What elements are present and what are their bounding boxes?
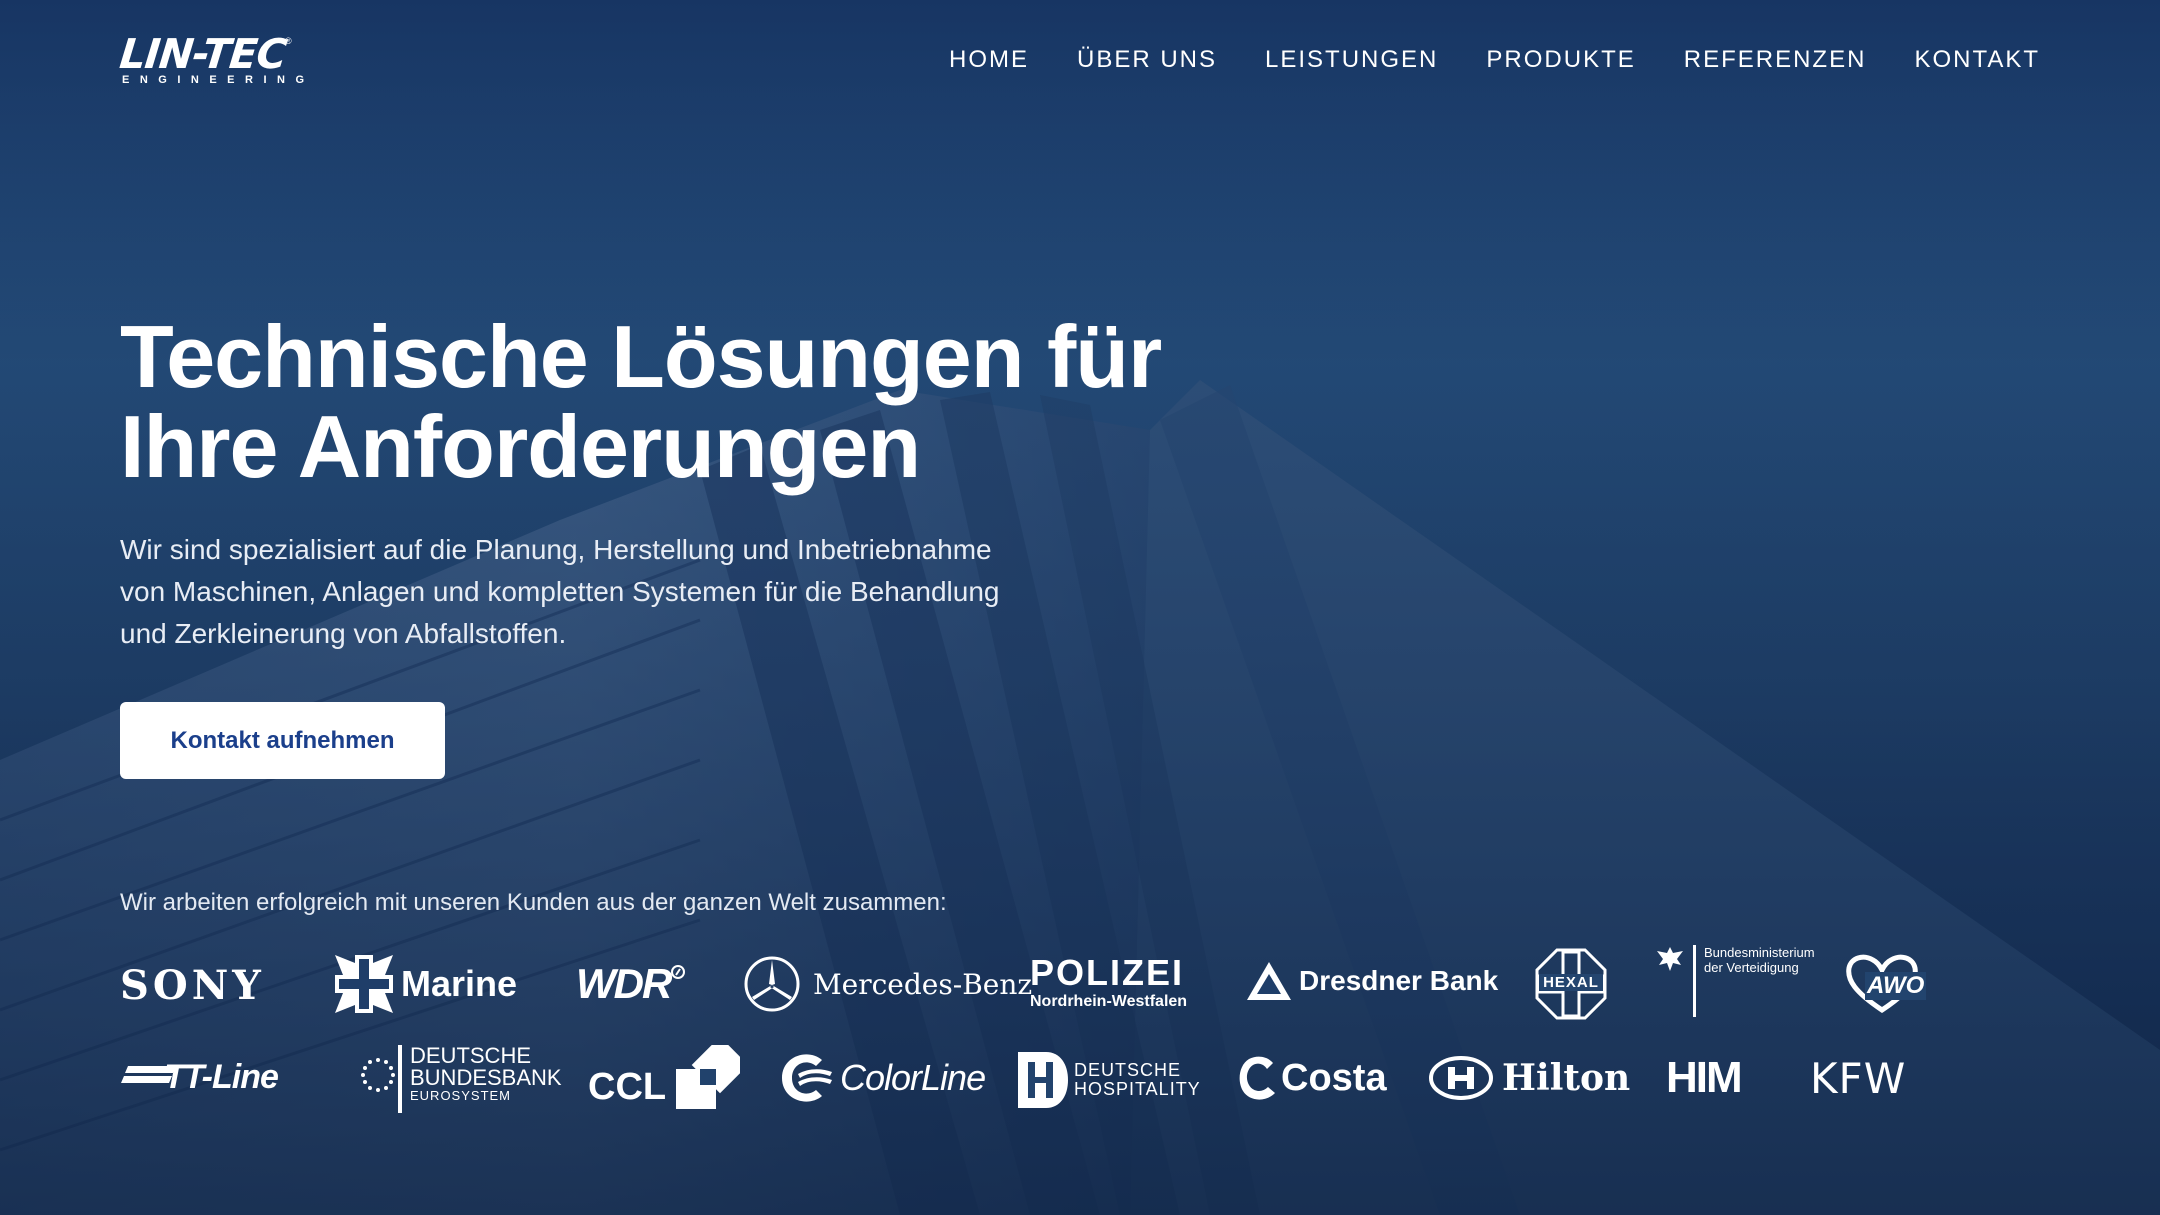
bundesbank-text: DEUTSCHE BUNDESBANK EUROSYSTEM [410,1045,562,1113]
costa-wordmark: Costa [1281,1056,1387,1099]
main-navigation: HOME ÜBER UNS LEISTUNGEN PRODUKTE REFERE… [901,44,2040,76]
dresdner-triangle-icon [1247,962,1291,1000]
mercedes-wordmark: Mercedes-Benz [813,967,1033,1001]
nav-produkte[interactable]: PRODUKTE [1486,44,1635,76]
hero-intro-text: Wir sind spezialisiert auf die Planung, … [120,529,1120,655]
contact-cta-button[interactable]: Kontakt aufnehmen [120,702,445,779]
intro-line-1: Wir sind spezialisiert auf die Planung, … [120,534,992,565]
kfw-wordmark: KFW [1810,1054,1907,1103]
bundesbank-line-1: DEUTSCHE [410,1043,532,1068]
awo-wordmark: AWO [1865,972,1927,1000]
sony-wordmark: SONY [120,962,265,1009]
bmvg-line-1: Bundesministerium [1704,945,1815,960]
costa-c-icon [1239,1056,1275,1100]
client-logo-dresdner-bank: Dresdner Bank [1247,962,1498,1000]
hero-headline-line-1: Technische Lösungen für [120,307,1162,406]
bundesbank-line-2: BUNDESBANK [410,1065,562,1090]
wdr-signal-icon [671,965,686,979]
hospitality-line-2: HOSPITALITY [1074,1079,1201,1099]
client-logo-color-line: ColorLine [778,1050,986,1106]
client-logo-kfw: KFW [1810,1056,1906,1102]
logo-subtitle: ENGINEERING [122,74,315,86]
polizei-wordmark: POLIZEI [1030,952,1185,993]
hospitality-h-icon [1018,1052,1068,1108]
intro-line-2: von Maschinen, Anlagen und kompletten Sy… [120,576,1000,607]
logo-wordmark: LIN-TEC [117,30,289,78]
him-wordmark: HIM [1666,1053,1743,1102]
nav-home[interactable]: HOME [949,44,1029,76]
hexal-wordmark: HEXAL [1539,974,1603,991]
dresdner-wordmark: Dresdner Bank [1299,965,1499,996]
hilton-wordmark: Hilton [1502,1057,1631,1099]
tt-line-wordmark: TT-Line [164,1058,279,1096]
intro-line-3: und Zerkleinerung von Abfallstoffen. [120,618,567,649]
nav-ueber-uns[interactable]: ÜBER UNS [1077,44,1217,76]
bundesbank-divider [398,1045,402,1113]
client-logo-bmvg: Bundesministerium der Verteidigung [1655,945,1815,1017]
color-line-wordmark: ColorLine [840,1057,986,1098]
bmvg-text: Bundesministerium der Verteidigung [1704,945,1815,1017]
hero-headline-line-2: Ihre Anforderungen [120,397,921,496]
mercedes-star-icon [744,956,800,1012]
bmvg-divider [1693,945,1696,1017]
ccl-wordmark: CCL [588,1066,667,1108]
client-logo-deutsche-hospitality: DEUTSCHE HOSPITALITY [1018,1052,1201,1108]
client-logo-mercedes-benz: Mercedes-Benz [743,955,1032,1013]
nav-leistungen[interactable]: LEISTUNGEN [1265,44,1438,76]
client-logo-wdr: WDR [576,960,686,1008]
marine-wordmark: Marine [401,963,518,1004]
clients-intro-label: Wir arbeiten erfolgreich mit unseren Kun… [120,889,947,916]
client-logo-deutsche-bundesbank: DEUTSCHE BUNDESBANK EUROSYSTEM [360,1045,562,1113]
nav-kontakt[interactable]: KONTAKT [1914,44,2040,76]
hilton-emblem-icon [1429,1056,1493,1100]
client-logo-sony: SONY [120,962,265,1009]
hero-headline: Technische Lösungen für Ihre Anforderung… [120,312,1220,492]
polizei-subtitle: Nordrhein-Westfalen [1030,993,1188,1010]
euro-stars-icon [361,1058,395,1092]
ccl-block-icon [676,1045,741,1109]
bmvg-line-2: der Verteidigung [1704,960,1799,975]
client-logo-tt-line: TT-Line [120,1058,279,1097]
client-logo-costa: Costa [1235,1055,1387,1101]
hospitality-text: DEUTSCHE HOSPITALITY [1074,1061,1201,1099]
client-logo-him: HIM [1666,1053,1743,1102]
client-logo-marine: Marine [335,955,517,1013]
federal-eagle-icon [1657,947,1683,971]
color-line-swoosh-icon [782,1054,832,1102]
wdr-wordmark: WDR [576,960,672,1007]
bundesbank-line-3: EUROSYSTEM [410,1088,512,1103]
brand-logo[interactable]: LIN-TEC ® ENGINEERING [117,30,304,90]
client-logo-hexal: HEXAL [1535,948,1607,1020]
client-logo-ccl: CCL [588,1045,741,1109]
hospitality-line-1: DEUTSCHE [1074,1060,1182,1080]
client-logo-hilton: Hilton [1428,1055,1630,1101]
nav-referenzen[interactable]: REFERENZEN [1684,44,1867,76]
iron-cross-icon [335,955,393,1013]
logo-registered-mark: ® [285,36,292,46]
client-logo-polizei-nrw: POLIZEI Nordrhein-Westfalen [1030,955,1187,1013]
client-logo-awo: AWO [1845,952,1927,1014]
